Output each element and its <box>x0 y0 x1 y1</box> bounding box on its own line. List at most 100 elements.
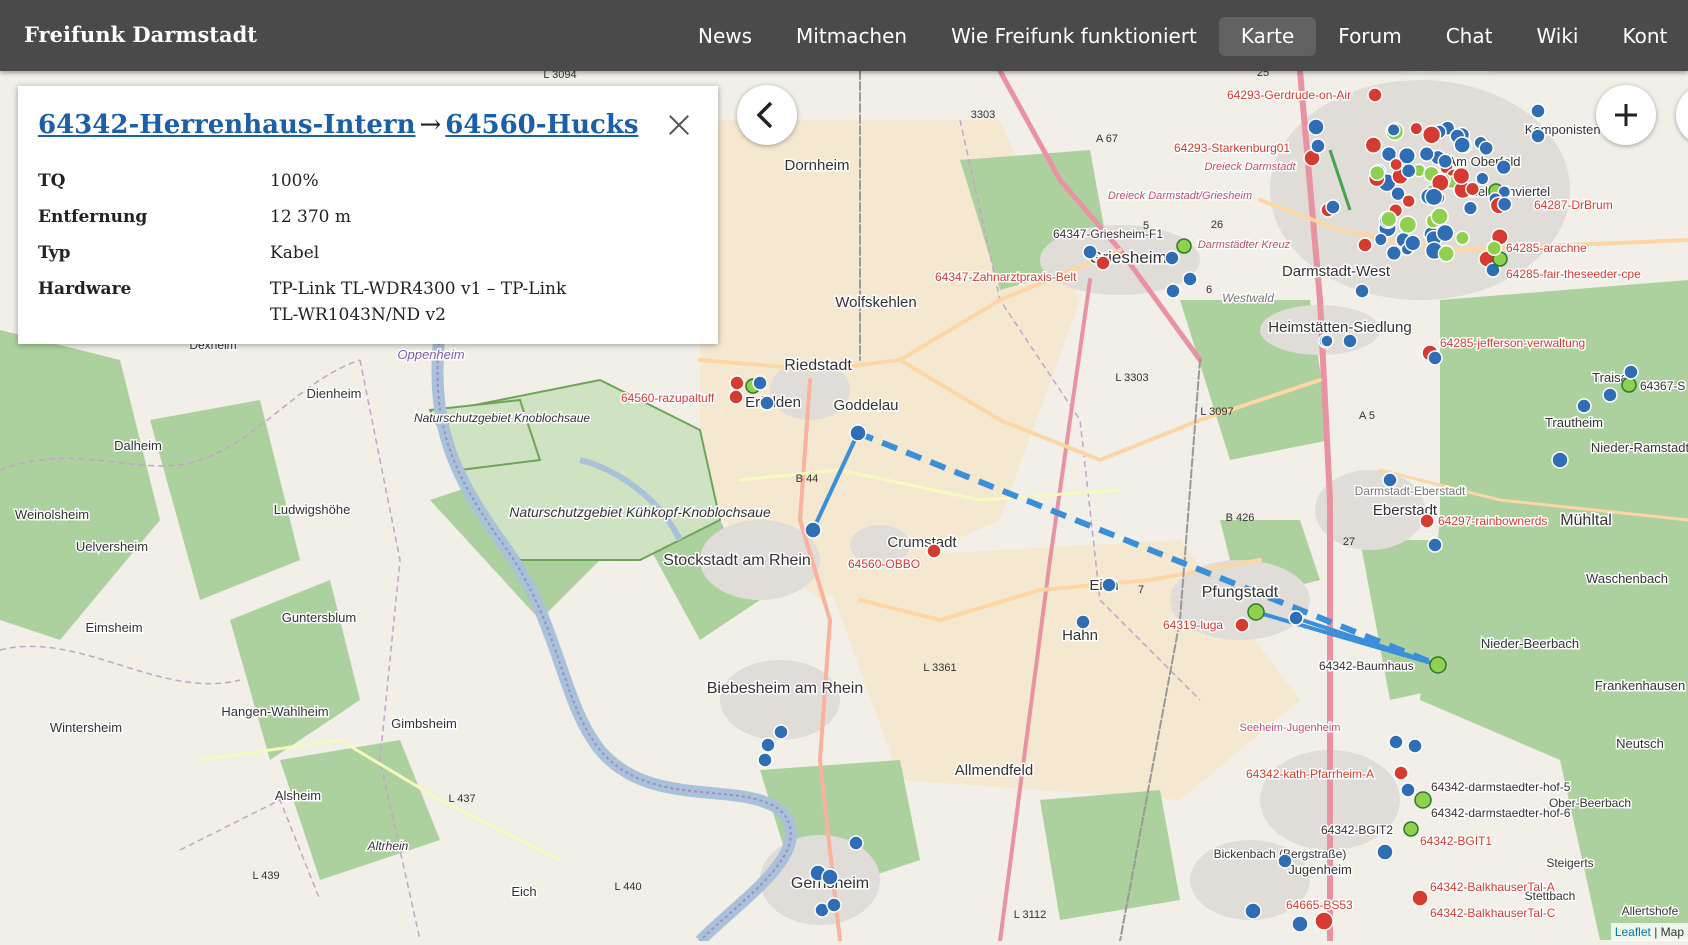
node-marker[interactable] <box>1401 193 1416 209</box>
place-label: Weinolsheim <box>15 507 89 522</box>
node-marker[interactable] <box>1400 163 1417 179</box>
place-label: Allmendfeld <box>955 762 1033 779</box>
place-label: Eimsheim <box>85 620 142 635</box>
nav-karte[interactable]: Karte <box>1218 17 1317 56</box>
node-marker[interactable] <box>1437 245 1455 263</box>
place-label: Dalheim <box>114 438 162 453</box>
node-marker[interactable] <box>1364 136 1383 154</box>
top-navbar: Freifunk Darmstadt News Mitmachen Wie Fr… <box>0 0 1688 71</box>
link-arrow: → <box>419 110 442 140</box>
node-marker <box>1429 656 1447 674</box>
link-target-node[interactable]: 64560-Hucks <box>445 110 638 140</box>
node-marker <box>1427 537 1443 553</box>
road-label: A 5 <box>1359 410 1375 422</box>
road-label: 26 <box>1211 219 1223 231</box>
node-marker[interactable] <box>1453 136 1471 154</box>
nav-kontakt[interactable]: Kont <box>1600 17 1688 56</box>
nav-news[interactable]: News <box>676 17 774 56</box>
place-label: Wintersheim <box>50 720 122 735</box>
node-marker[interactable] <box>1430 207 1449 226</box>
node-marker[interactable] <box>1495 159 1512 176</box>
link-title: 64342-Herrenhaus-Intern → 64560-Hucks <box>38 110 698 140</box>
node-marker[interactable] <box>1496 196 1513 212</box>
leaflet-link[interactable]: Leaflet <box>1615 925 1651 939</box>
node-marker[interactable] <box>1462 200 1478 216</box>
place-label: Altrhein <box>367 839 409 853</box>
place-label: Dienheim <box>307 386 362 401</box>
zoom-in-button[interactable] <box>1596 85 1656 145</box>
node-marker <box>1367 87 1383 103</box>
place-label: Ludwigshöhe <box>274 502 351 517</box>
road-label: B 44 <box>796 473 819 485</box>
road-label: L 3094 <box>543 71 576 81</box>
node-label: 64285-fair-theseeder-cpe <box>1506 267 1641 281</box>
node-marker[interactable] <box>1369 164 1386 182</box>
node-marker <box>1357 237 1373 253</box>
node-marker[interactable] <box>1373 232 1388 247</box>
node-marker[interactable] <box>1421 125 1442 145</box>
node-marker <box>821 868 839 886</box>
node-marker <box>1307 118 1325 136</box>
node-marker <box>1411 889 1429 907</box>
node-label: 64342-BGIT1 <box>1420 834 1492 848</box>
node-marker[interactable] <box>1404 234 1422 252</box>
property-row: Hardware TP-Link TL-WDR4300 v1 – TP-Link … <box>38 276 698 328</box>
road-label: 25 <box>1257 71 1269 79</box>
place-label: Alsheim <box>275 788 321 803</box>
property-row: TQ 100% <box>38 168 698 194</box>
node-marker <box>1291 915 1309 933</box>
node-marker[interactable] <box>1475 171 1490 186</box>
node-marker[interactable] <box>1385 245 1402 262</box>
node-marker[interactable] <box>1418 146 1435 162</box>
place-label: Jugenheim <box>1288 862 1352 877</box>
road-label: B 426 <box>1226 512 1255 524</box>
node-marker[interactable] <box>1478 140 1494 156</box>
node-marker <box>757 752 773 768</box>
back-button[interactable] <box>737 85 797 145</box>
node-marker <box>1382 472 1398 488</box>
place-label: Darmstädter Kreuz <box>1198 239 1291 251</box>
place-label: Hangen-Wahlheim <box>221 704 328 719</box>
map-attribution: Leaflet | Map <box>1610 923 1688 941</box>
node-marker <box>1164 250 1180 266</box>
road-label: A 67 <box>1096 133 1118 145</box>
road-label: L 3303 <box>1115 372 1148 384</box>
nav-chat[interactable]: Chat <box>1424 17 1515 56</box>
place-label: Goddelau <box>833 397 898 414</box>
node-marker <box>1623 364 1639 380</box>
node-marker <box>1310 138 1326 154</box>
road-label: 7 <box>1138 584 1144 596</box>
nav-wie-freifunk[interactable]: Wie Freifunk funktioniert <box>929 17 1219 56</box>
nav-wiki[interactable]: Wiki <box>1514 17 1600 56</box>
node-marker <box>1400 782 1416 798</box>
node-marker[interactable] <box>1424 187 1444 207</box>
close-icon[interactable] <box>666 112 692 138</box>
node-marker[interactable] <box>1454 230 1470 246</box>
node-marker <box>752 375 768 391</box>
place-label: Westwald <box>1222 291 1274 305</box>
node-marker <box>1234 617 1250 633</box>
node-marker <box>1101 577 1117 593</box>
node-marker <box>926 543 942 559</box>
place-label: Wolfskehlen <box>835 294 916 311</box>
node-label: 64367-S <box>1640 379 1685 393</box>
node-marker[interactable] <box>1409 121 1424 136</box>
node-marker[interactable] <box>1452 166 1471 185</box>
node-marker[interactable] <box>1389 157 1403 172</box>
node-marker[interactable] <box>1437 153 1453 170</box>
property-value: 100% <box>270 171 319 191</box>
place-label: Waschenbach <box>1586 571 1668 586</box>
place-label: Steigerts <box>1546 856 1593 870</box>
brand-logo[interactable]: Freifunk Darmstadt <box>24 22 257 47</box>
node-marker[interactable] <box>1398 215 1418 235</box>
node-marker[interactable] <box>1435 223 1455 243</box>
node-marker[interactable] <box>1380 210 1398 228</box>
node-label: 64347-Griesheim-F1 <box>1053 227 1163 241</box>
link-info-popup: 64342-Herrenhaus-Intern → 64560-Hucks TQ 10… <box>18 86 718 344</box>
node-marker[interactable] <box>1486 240 1503 257</box>
nav-forum[interactable]: Forum <box>1316 17 1423 56</box>
node-marker[interactable] <box>1465 181 1480 197</box>
nav-mitmachen[interactable]: Mitmachen <box>774 17 929 56</box>
node-marker[interactable] <box>1386 122 1401 137</box>
link-source-node[interactable]: 64342-Herrenhaus-Intern <box>38 110 416 140</box>
